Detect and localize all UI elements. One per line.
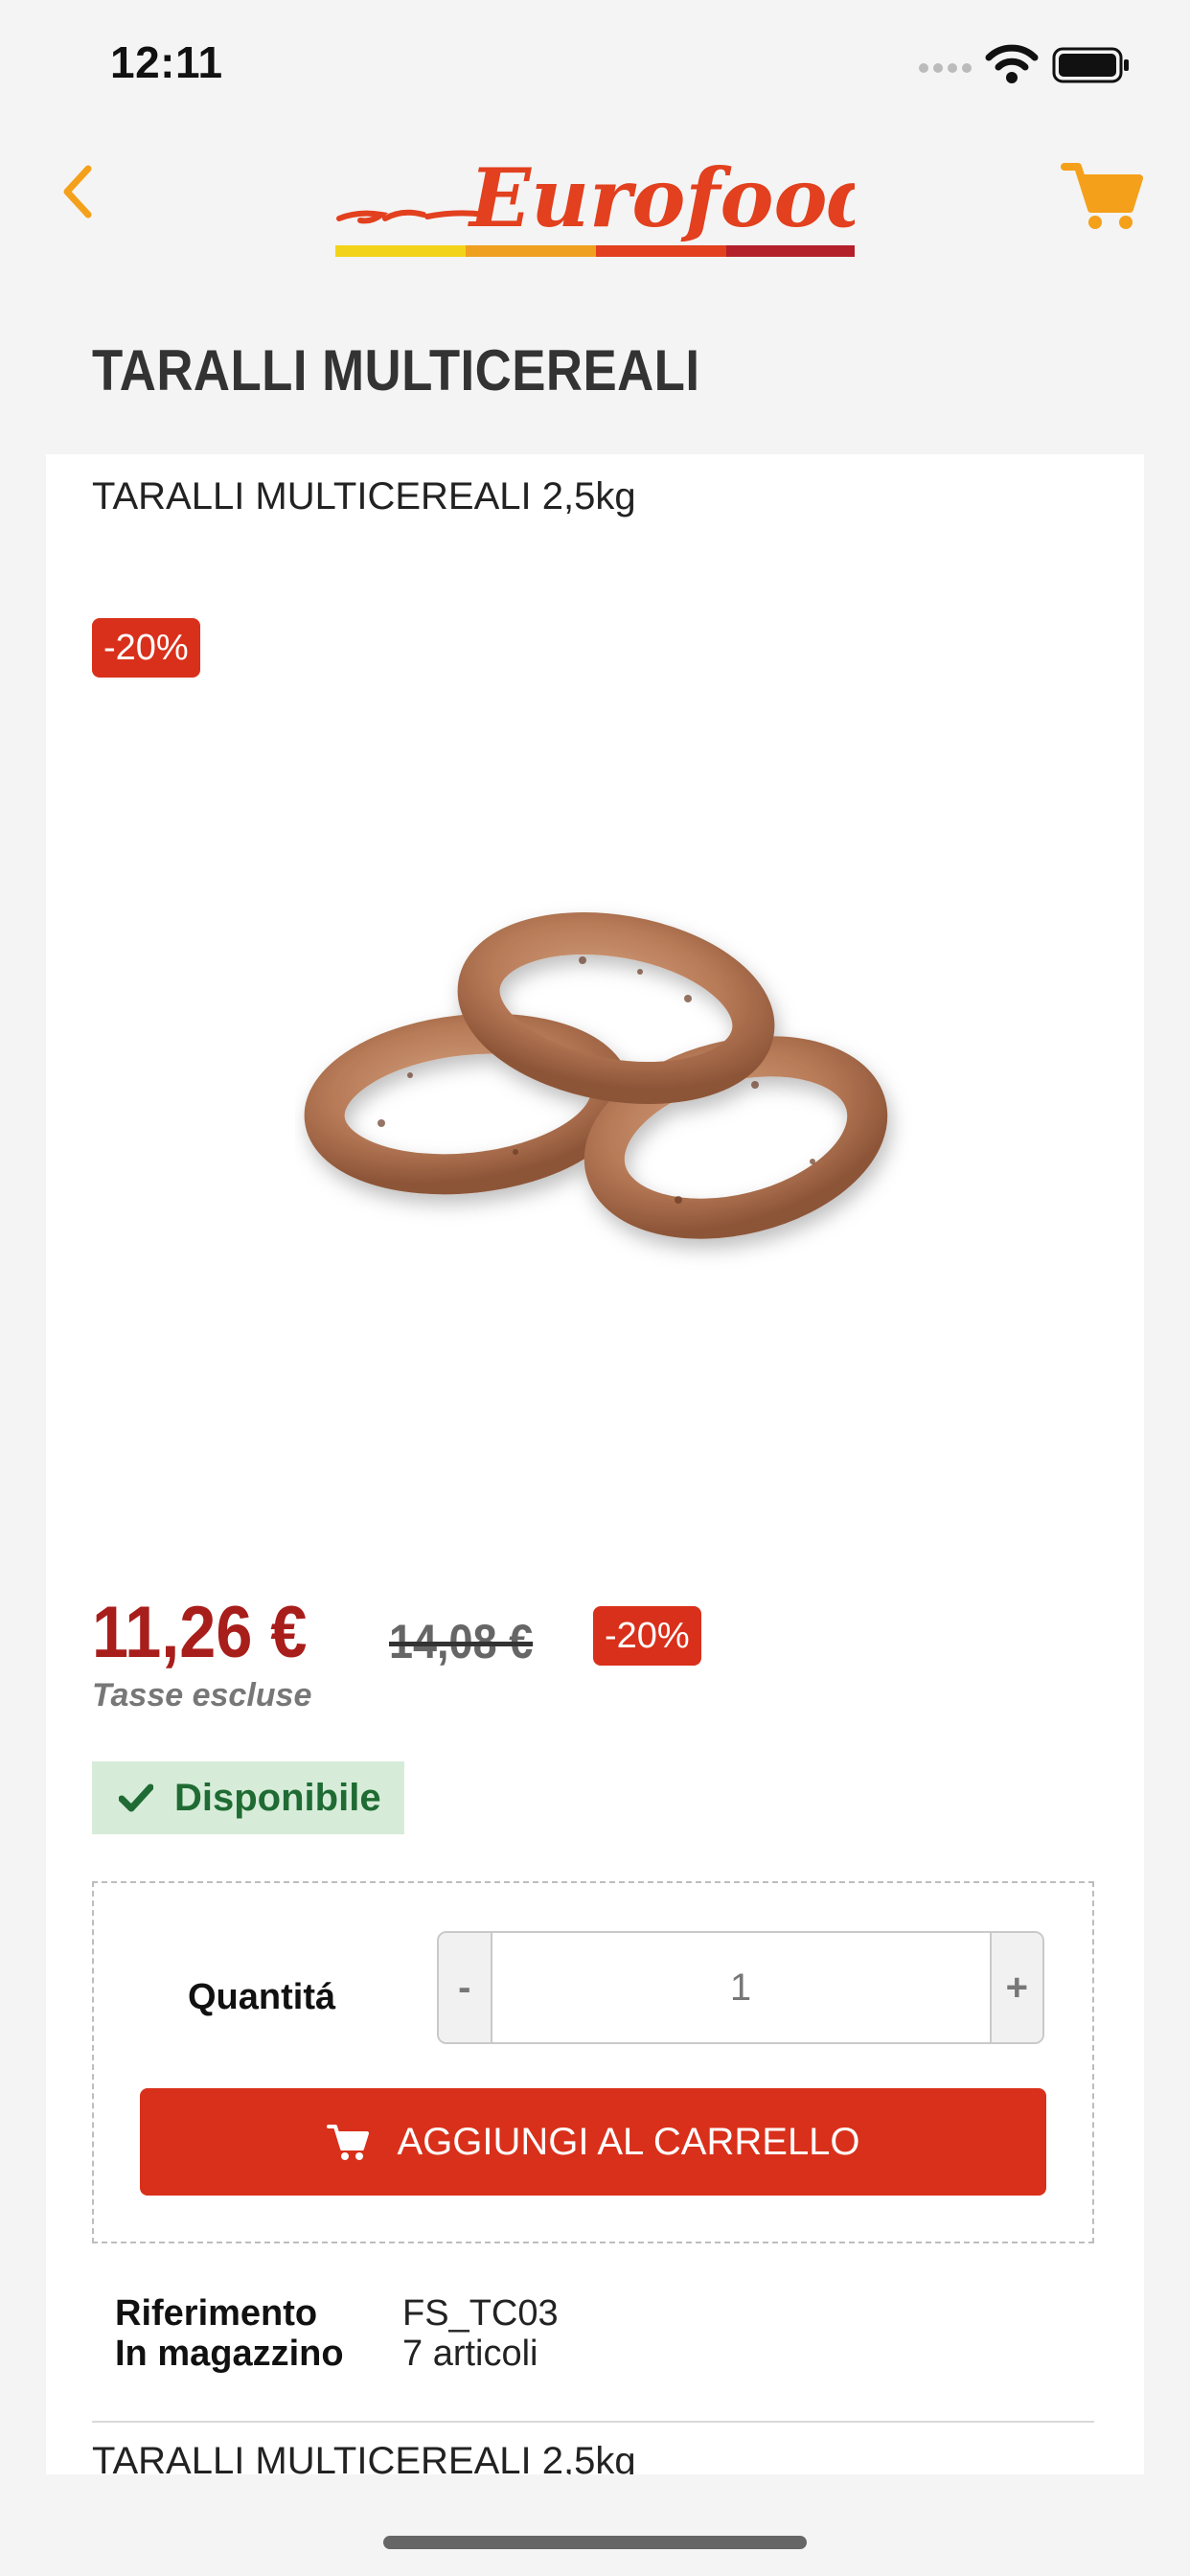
check-icon [119,1783,153,1812]
battery-icon [1052,47,1129,83]
buy-box: Quantitá - + AGGIUNGI AL CARRELLO [92,1881,1094,2243]
eurofood-logo: Eurofood [335,134,883,264]
product-subtitle: TARALLI MULTICEREALI 2,5kg [92,475,636,518]
signal-dots-icon [919,63,972,73]
wifi-icon [985,44,1039,83]
stock-value: 7 articoli [402,2334,538,2374]
cut-off-text: TARALLI MULTICEREALI 2,5kg [92,2440,636,2474]
discount-badge: -20% [92,618,200,678]
chevron-left-icon [63,165,92,218]
quantity-input[interactable] [492,1933,990,2042]
stock-label: In magazzino [115,2334,344,2374]
decrease-quantity-button[interactable]: - [439,1933,492,2042]
quantity-label: Quantitá [188,1977,336,2017]
logo-text: Eurofood [468,150,855,245]
divider [92,2421,1094,2423]
product-title: TARALLI MULTICEREALI [92,338,700,402]
home-indicator[interactable] [383,2536,807,2549]
tax-note: Tasse escluse [92,1677,312,1714]
add-to-cart-label: AGGIUNGI AL CARRELLO [397,2120,860,2163]
reference-value: FS_TC03 [402,2293,559,2334]
price-discount-badge: -20% [593,1606,701,1666]
cut-off-section: TARALLI MULTICEREALI 2,5kg [46,2434,1144,2474]
product-details: Riferimento FS_TC03 In magazzino 7 artic… [115,2293,559,2374]
status-time: 12:11 [110,37,223,87]
cart-icon [1061,163,1143,229]
reference-label: Riferimento [115,2293,318,2334]
availability-badge: Disponibile [92,1761,404,1834]
product-header: TARALLI MULTICEREALI [46,299,1144,454]
increase-quantity-button[interactable]: + [989,1933,1042,2042]
add-to-cart-button[interactable]: AGGIUNGI AL CARRELLO [140,2088,1046,2196]
status-bar: 12:11 [0,0,1190,125]
price-current: 11,26 € [92,1592,308,1673]
nav-bar: Eurofood [0,125,1190,259]
back-button[interactable] [38,153,115,230]
product-image [304,911,888,1239]
price-old: 14,08 € [389,1615,534,1668]
quantity-stepper: - + [437,1931,1044,2044]
availability-text: Disponibile [174,1776,381,1819]
cart-icon [327,2125,370,2160]
cart-button[interactable] [1059,151,1145,238]
